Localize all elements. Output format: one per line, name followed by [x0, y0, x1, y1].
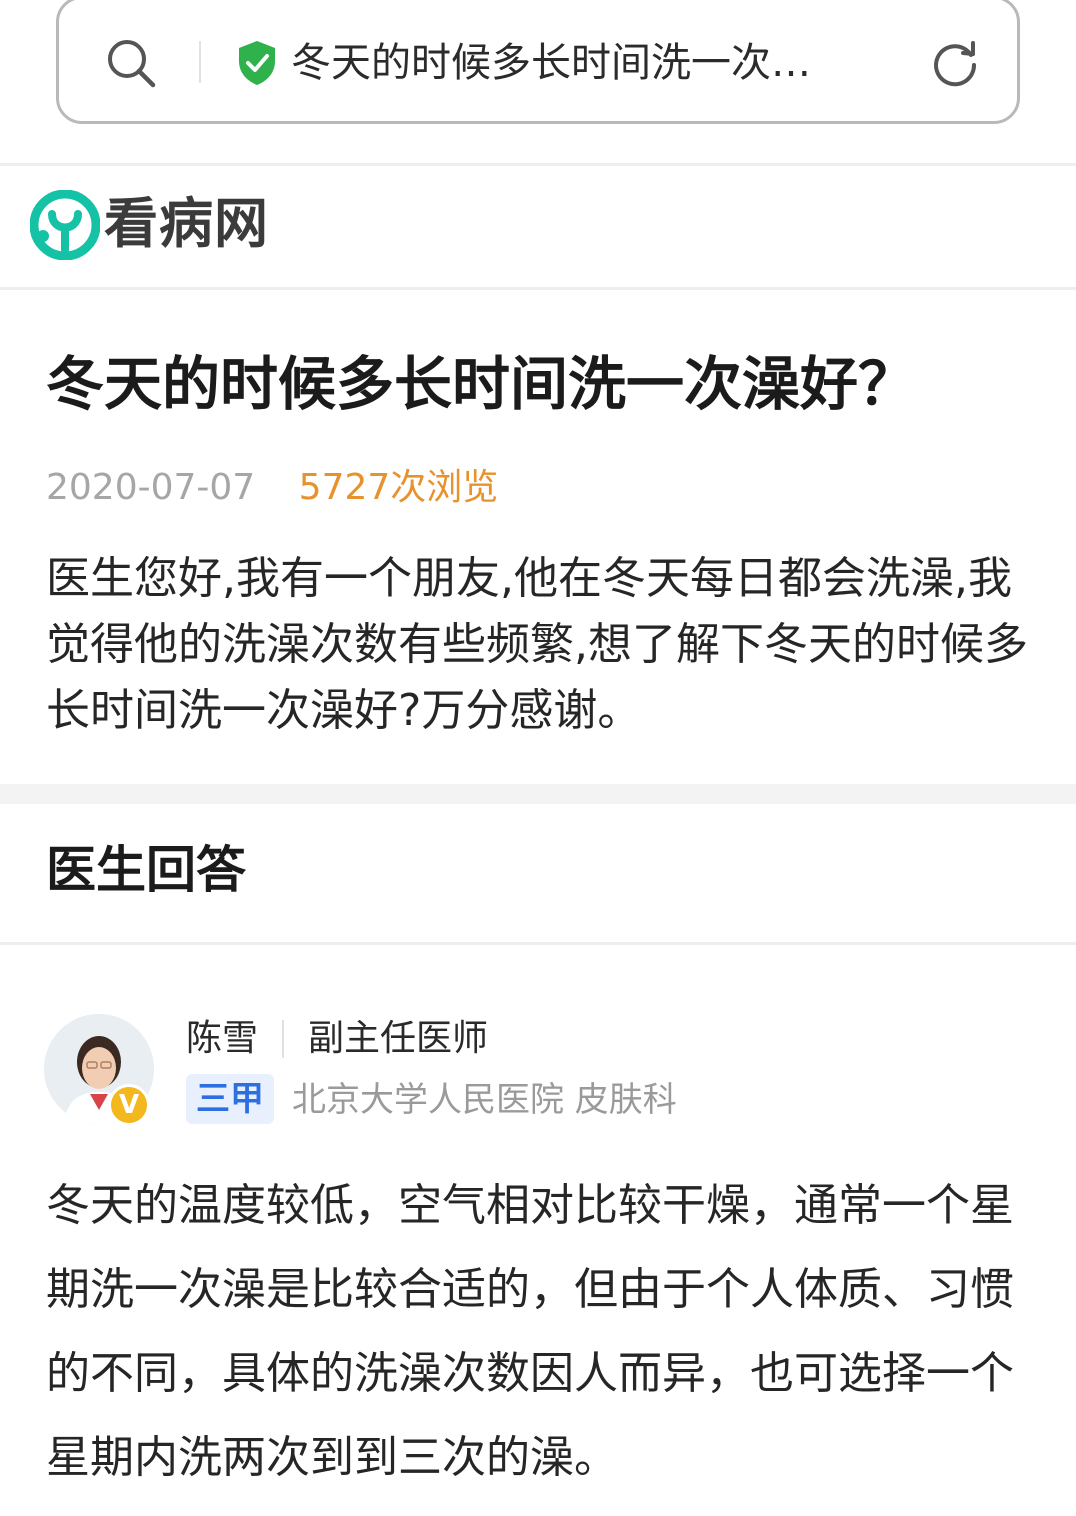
doctor-title: 副主任医师: [308, 1018, 489, 1059]
address-bar[interactable]: 冬天的时候多长时间洗一次…: [56, 0, 1020, 124]
divider: [0, 163, 1076, 166]
site-header: 看病网: [0, 168, 1076, 286]
search-icon[interactable]: [105, 37, 157, 89]
divider: [0, 287, 1076, 290]
view-count: 5727次浏览: [298, 467, 499, 508]
verified-badge: V: [108, 1084, 150, 1126]
doctor-name[interactable]: 陈雪: [186, 1014, 258, 1064]
divider: [0, 942, 1076, 945]
browser-top-bar: 冬天的时候多长时间洗一次…: [0, 0, 1076, 162]
answer-section-heading: 医生回答: [46, 841, 246, 899]
question-title: 冬天的时候多长时间洗一次澡好？: [46, 350, 917, 418]
address-bar-title[interactable]: 冬天的时候多长时间洗一次…: [291, 35, 911, 91]
site-logo-text[interactable]: 看病网: [104, 188, 269, 260]
doctor-hospital: 北京大学人民医院 皮肤科: [292, 1080, 677, 1120]
question-body: 医生您好,我有一个朋友,他在冬天每日都会洗澡,我觉得他的洗澡次数有些频繁,想了解…: [46, 553, 1028, 736]
hospital-grade-badge: 三甲: [186, 1074, 274, 1124]
address-bar-separator: [199, 41, 201, 83]
kanbing-logo-icon[interactable]: [30, 190, 100, 260]
reload-icon[interactable]: [927, 35, 983, 91]
answer-body: 冬天的温度较低，空气相对比较干燥，通常一个星期洗一次澡是比较合适的，但由于个人体…: [46, 1180, 1014, 1483]
doctor-info-separator: [282, 1020, 284, 1058]
question-meta: 2020-07-07 5727次浏览: [46, 462, 498, 514]
section-separator: [0, 784, 1076, 804]
question-date: 2020-07-07: [46, 467, 256, 508]
shield-check-icon: [239, 41, 275, 85]
